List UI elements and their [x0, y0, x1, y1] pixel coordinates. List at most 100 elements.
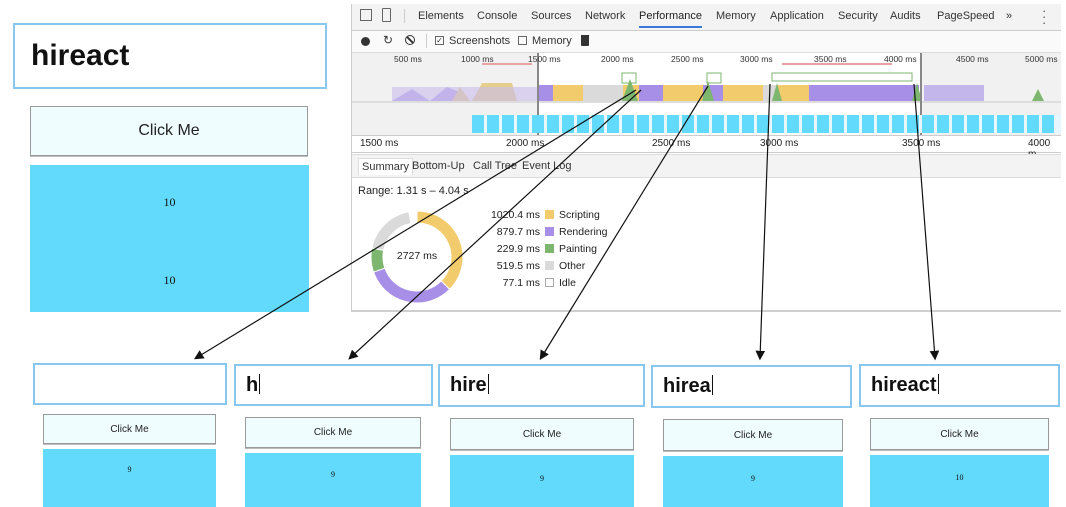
overview-tick: 4000 ms [884, 54, 917, 64]
tab-sources[interactable]: Sources [531, 10, 571, 22]
legend-label: Idle [559, 276, 576, 289]
ruler-tick: 3500 ms [902, 138, 941, 149]
details-tab-bar: Summary Bottom-Up Call Tree Event Log [352, 154, 1061, 178]
subtab-call-tree[interactable]: Call Tree [473, 160, 517, 172]
bottom-border [352, 310, 1061, 312]
legend-row-idle: 77.1 ms Idle [470, 274, 607, 291]
frame-input-text: hireact [871, 374, 937, 396]
overview-tick: 4500 ms [956, 54, 989, 64]
frame-1-counter: 9 [43, 449, 216, 507]
timeline-overview[interactable]: 500 ms 1000 ms 1500 ms 2000 ms 2500 ms 3… [352, 53, 1061, 135]
tab-performance[interactable]: Performance [639, 10, 702, 28]
frame-4-counter: 9 [663, 456, 843, 507]
counter-panel: 10 10 [30, 165, 309, 312]
frame-count: 9 [127, 465, 132, 474]
overview-tick: 1500 ms [528, 54, 561, 64]
legend-ms: 519.5 ms [496, 259, 540, 272]
frame-count: 9 [331, 470, 335, 479]
tab-memory[interactable]: Memory [716, 10, 756, 22]
frame-input-value: hirea [663, 375, 713, 398]
frame-3-button[interactable]: Click Me [450, 418, 634, 450]
tab-console[interactable]: Console [477, 10, 517, 22]
divider [404, 9, 405, 23]
text-caret [259, 374, 261, 394]
frame-5-button[interactable]: Click Me [870, 418, 1049, 450]
counter-value-bottom: 10 [163, 273, 176, 287]
text-input[interactable]: hireact [13, 23, 327, 89]
legend-ms: 879.7 ms [496, 225, 540, 238]
legend-row-scripting: 1020.4 ms Scripting [470, 206, 607, 223]
frame-1-input[interactable] [33, 363, 227, 405]
subtab-event-log[interactable]: Event Log [522, 160, 572, 172]
frame-input-value: hire [450, 374, 489, 397]
legend-ms: 229.9 ms [496, 242, 540, 255]
tab-pagespeed[interactable]: PageSpeed [937, 10, 995, 22]
swatch [545, 278, 554, 287]
device-toggle-icon[interactable] [382, 8, 391, 22]
legend-row-rendering: 879.7 ms Rendering [470, 223, 608, 240]
text-caret [937, 374, 939, 394]
input-value: hireact [31, 39, 130, 72]
range-label: Range: 1.31 s – 4.04 s [358, 185, 469, 197]
record-icon[interactable] [361, 37, 370, 46]
swatch [545, 261, 554, 270]
frame-input-text: h [246, 374, 259, 396]
overview-tick: 500 ms [394, 54, 422, 64]
donut-slice-rendering [372, 267, 451, 304]
legend-row-painting: 229.9 ms Painting [470, 240, 607, 257]
frame-4-input[interactable]: hirea [651, 365, 852, 408]
frame-2-counter: 9 [245, 453, 421, 507]
kebab-menu-icon[interactable]: · · · [1042, 4, 1046, 29]
memory-checkbox[interactable] [518, 36, 527, 45]
text-caret [711, 375, 713, 395]
reload-icon[interactable]: ↻ [383, 33, 393, 47]
total-time: 2727 ms [396, 250, 438, 262]
tab-security[interactable]: Security [838, 10, 878, 22]
screenshots-label: Screenshots [449, 35, 511, 47]
summary-legend: 1020.4 ms Scripting 879.7 ms Rendering 229… [470, 206, 607, 291]
frame-input-text: hire [450, 374, 487, 396]
overview-tick: 3000 ms [740, 54, 773, 64]
overview-tick: 1000 ms [461, 54, 494, 64]
overview-tick: 2000 ms [601, 54, 634, 64]
legend-ms: 1020.4 ms [490, 208, 540, 221]
legend-ms: 77.1 ms [502, 276, 540, 289]
frame-input-value: h [246, 374, 261, 397]
more-tabs-icon[interactable]: » [1006, 10, 1012, 22]
legend-label: Scripting [559, 208, 600, 221]
click-me-button[interactable]: Click Me [30, 106, 308, 156]
text-caret [487, 374, 489, 394]
frame-2-input[interactable]: h [234, 364, 433, 406]
frame-4-button[interactable]: Click Me [663, 419, 843, 451]
tab-audits[interactable]: Audits [890, 10, 921, 22]
legend-row-other: 519.5 ms Other [470, 257, 607, 274]
frame-5-input[interactable]: hireact [859, 364, 1060, 407]
frame-3-input[interactable]: hire [438, 364, 645, 407]
subtab-summary[interactable]: Summary [358, 158, 414, 175]
frame-5-counter: 10 [870, 455, 1049, 507]
ruler-tick: 1500 ms [360, 138, 399, 149]
swatch [545, 210, 554, 219]
performance-toolbar: ↻ ✓ Screenshots Memory [352, 31, 1061, 53]
frame-2-button[interactable]: Click Me [245, 417, 421, 448]
tab-network[interactable]: Network [585, 10, 625, 22]
frame-1-button[interactable]: Click Me [43, 414, 216, 444]
legend-label: Painting [559, 242, 597, 255]
ruler-tick: 3000 ms [760, 138, 799, 149]
screenshots-checkbox[interactable]: ✓ [435, 36, 444, 45]
tab-application[interactable]: Application [770, 10, 824, 22]
swatch [545, 244, 554, 253]
timeline-ruler: 1500 ms 2000 ms 2500 ms 3000 ms 3500 ms … [352, 135, 1061, 160]
frame-count: 10 [955, 473, 964, 482]
tab-elements[interactable]: Elements [418, 10, 464, 22]
legend-label: Other [559, 259, 586, 272]
devtools-panel: Elements Console Sources Network Perform… [351, 4, 1061, 312]
swatch [545, 227, 554, 236]
overview-chart [352, 53, 1061, 135]
clear-icon[interactable] [405, 35, 415, 45]
inspect-icon[interactable] [360, 9, 372, 21]
subtab-bottom-up[interactable]: Bottom-Up [412, 160, 465, 172]
legend-label: Rendering [559, 225, 608, 238]
trash-icon[interactable] [581, 35, 589, 46]
frame-3-counter: 9 [450, 455, 634, 507]
